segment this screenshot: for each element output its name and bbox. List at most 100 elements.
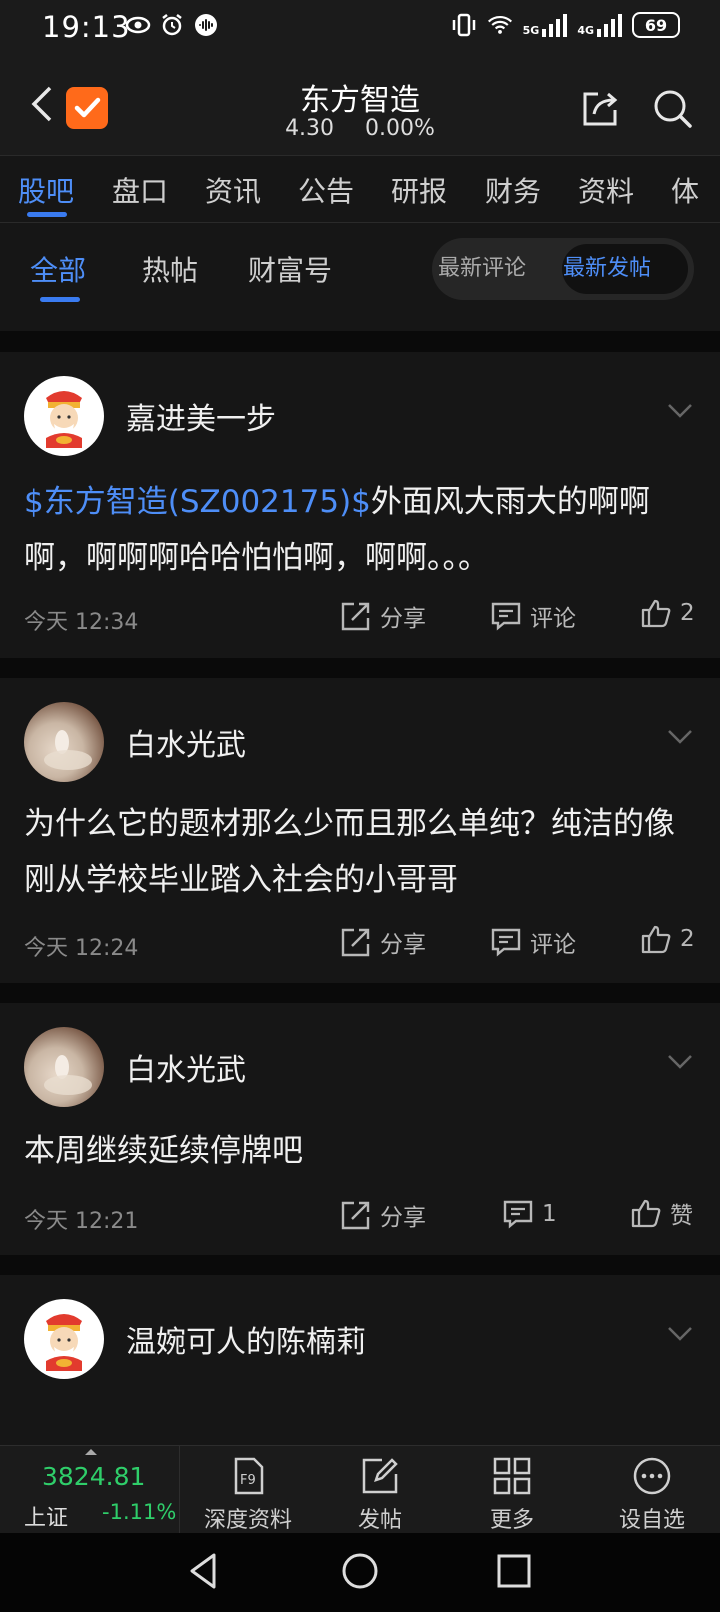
post-card[interactable]: 温婉可人的陈楠莉 (0, 1275, 720, 1445)
tab-profile[interactable]: 资料 (578, 170, 634, 210)
signal-icon (597, 14, 622, 37)
tab-research[interactable]: 研报 (391, 170, 447, 210)
post-time: 今天 12:21 (24, 1209, 139, 1234)
comment-action[interactable]: 1 (502, 1198, 557, 1230)
caishen-avatar-icon (46, 1314, 82, 1371)
tab-finance[interactable]: 财务 (485, 170, 541, 210)
more-button[interactable]: 更多 (452, 1452, 572, 1534)
share-icon (341, 928, 370, 957)
deep-data-button[interactable]: F9 深度资料 (188, 1452, 308, 1534)
tab-announcements[interactable]: 公告 (298, 170, 354, 210)
eye-icon (125, 12, 151, 38)
index-ticker[interactable]: 3824.81 上证 -1.11% (0, 1446, 180, 1534)
nav-back-icon[interactable] (184, 1551, 224, 1591)
tab-more[interactable]: 体 (671, 170, 699, 210)
share-action[interactable]: 分享 (340, 1198, 426, 1232)
edit-icon (362, 1458, 398, 1494)
post-text: 本周继续延续停牌吧 (24, 1133, 303, 1169)
comment-action[interactable]: 评论 (490, 599, 576, 633)
index-value: 3824.81 (42, 1462, 146, 1491)
thumbs-up-icon (631, 1199, 661, 1228)
user-avatar[interactable] (24, 1027, 104, 1107)
photo-avatar-icon (44, 1055, 92, 1095)
subtab-all[interactable]: 全部 (30, 249, 86, 289)
chevron-down-icon[interactable] (666, 1325, 694, 1343)
post-card[interactable]: 白水光武 本周继续延续停牌吧 今天 12:21 分享 1 赞 (0, 1003, 720, 1255)
share-icon (341, 602, 370, 631)
like-action[interactable]: 2 (640, 597, 695, 629)
like-label: 赞 (670, 1203, 693, 1229)
like-action[interactable]: 2 (640, 923, 695, 955)
share-icon (341, 1201, 370, 1230)
more-label: 更多 (489, 1508, 534, 1533)
comment-label: 评论 (530, 932, 576, 958)
sub-tabs: 全部 热帖 财富号 最新评论 最新发帖 (0, 223, 720, 309)
username[interactable]: 嘉进美一步 (126, 394, 276, 438)
post-content[interactable]: 本周继续延续停牌吧 (24, 1123, 696, 1179)
user-avatar[interactable] (24, 1299, 104, 1379)
post-content[interactable]: 为什么它的题材那么少而且那么单纯？纯洁的像刚从学校毕业踏入社会的小哥哥 (24, 796, 696, 908)
voice-icon (193, 12, 219, 38)
comment-action[interactable]: 评论 (490, 925, 576, 959)
post-button[interactable]: 发帖 (320, 1452, 440, 1534)
deep-data-label: 深度资料 (203, 1508, 292, 1533)
signal-icon (542, 14, 568, 37)
post-text: 为什么它的题材那么少而且那么单纯？纯洁的像刚从学校毕业踏入社会的小哥哥 (24, 806, 675, 898)
share-label: 分享 (380, 932, 426, 958)
add-watchlist-label: 设自选 (618, 1508, 685, 1533)
system-navigation-bar (0, 1533, 720, 1612)
comment-icon (491, 602, 521, 631)
network-4g-label: 4G (577, 24, 594, 37)
share-button[interactable] (578, 86, 622, 130)
more-circle-icon (633, 1457, 671, 1495)
vibrate-icon (451, 12, 477, 38)
status-bar: 19:13 5G 4G 69 (0, 0, 720, 60)
tab-guba[interactable]: 股吧 (18, 170, 74, 210)
post-content[interactable]: $东方智造(SZ002175)$外面风大雨大的啊啊啊，啊啊啊哈哈怕怕啊，啊啊。。… (24, 474, 696, 586)
nav-recents-icon[interactable] (494, 1551, 534, 1591)
photo-avatar-icon (44, 730, 92, 770)
index-name: 上证 (24, 1506, 69, 1531)
main-tabs: 股吧 盘口 资讯 公告 研报 财务 资料 体 (0, 155, 720, 223)
stock-change: 0.00% (365, 116, 435, 141)
add-watchlist-button[interactable]: 设自选 (592, 1452, 712, 1534)
post-card[interactable]: 嘉进美一步 $东方智造(SZ002175)$外面风大雨大的啊啊啊，啊啊啊哈哈怕怕… (0, 352, 720, 658)
share-icon (583, 92, 618, 126)
post-card[interactable]: 白水光武 为什么它的题材那么少而且那么单纯？纯洁的像刚从学校毕业踏入社会的小哥哥… (0, 678, 720, 983)
sort-toggle: 最新评论 最新发帖 (432, 238, 694, 300)
share-label: 分享 (380, 606, 426, 632)
sort-latest-comment[interactable]: 最新评论 (438, 250, 526, 282)
user-avatar[interactable] (24, 702, 104, 782)
grid-icon (493, 1457, 531, 1495)
share-action[interactable]: 分享 (340, 925, 426, 959)
chevron-down-icon[interactable] (666, 1053, 694, 1071)
comment-label: 评论 (530, 606, 576, 632)
subtab-caifuhao[interactable]: 财富号 (248, 249, 332, 289)
tab-active-indicator (27, 212, 67, 217)
caret-up-icon (85, 1449, 97, 1455)
tab-pankou[interactable]: 盘口 (112, 170, 168, 210)
subtab-active-indicator (40, 297, 80, 302)
chevron-down-icon[interactable] (666, 728, 694, 746)
status-time: 19:13 (42, 10, 131, 44)
stock-header: 东方智造 4.30 0.00% (0, 60, 720, 155)
stock-tag-link[interactable]: $东方智造(SZ002175)$ (24, 484, 371, 520)
share-label: 分享 (380, 1205, 426, 1231)
chevron-down-icon[interactable] (666, 402, 694, 420)
share-action[interactable]: 分享 (340, 599, 426, 633)
thumbs-up-icon (641, 599, 671, 628)
bottom-toolbar: 3824.81 上证 -1.11% F9 深度资料 发帖 更多 设自选 (0, 1445, 720, 1534)
search-button[interactable] (650, 86, 694, 130)
caishen-avatar-icon (46, 391, 82, 448)
nav-home-icon[interactable] (340, 1551, 380, 1591)
tab-news[interactable]: 资讯 (205, 170, 261, 210)
comment-icon (491, 928, 521, 957)
user-avatar[interactable] (24, 376, 104, 456)
subtab-hot[interactable]: 热帖 (142, 249, 198, 289)
username[interactable]: 白水光武 (126, 720, 246, 764)
username[interactable]: 白水光武 (126, 1045, 246, 1089)
username[interactable]: 温婉可人的陈楠莉 (126, 1317, 366, 1361)
sort-latest-post[interactable]: 最新发帖 (563, 250, 651, 282)
like-action[interactable]: 赞 (630, 1196, 693, 1230)
post-feed: 嘉进美一步 $东方智造(SZ002175)$外面风大雨大的啊啊啊，啊啊啊哈哈怕怕… (0, 309, 720, 1445)
